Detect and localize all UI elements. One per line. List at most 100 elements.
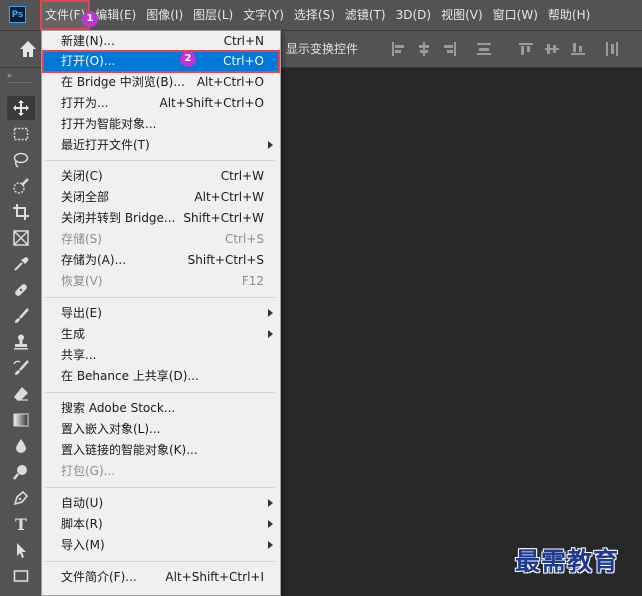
menu-place-linked[interactable]: 置入链接的智能对象(K)... xyxy=(43,440,279,461)
menu-open-as-smart-object-label: 打开为智能对象... xyxy=(61,117,157,131)
type-tool[interactable]: T xyxy=(7,512,35,536)
menu-open-shortcut: Ctrl+O xyxy=(223,54,264,68)
menu-save[interactable]: 存储(S) Ctrl+S xyxy=(43,229,279,250)
dodge-icon xyxy=(13,465,27,480)
menu-browse-in-bridge-shortcut: Alt+Ctrl+O xyxy=(196,75,264,89)
menu-place-embedded[interactable]: 置入嵌入对象(L)... xyxy=(43,419,279,440)
menu-share[interactable]: 共享... xyxy=(43,345,279,366)
menu-scripts-label: 脚本(R) xyxy=(61,517,103,531)
crop-icon xyxy=(13,204,29,220)
eyedropper-tool[interactable] xyxy=(7,252,35,276)
frame-icon xyxy=(13,230,29,246)
menu-search-adobe-stock[interactable]: 搜索 Adobe Stock... xyxy=(43,398,279,419)
marquee-icon xyxy=(13,127,29,141)
clone-stamp-tool[interactable] xyxy=(7,330,35,354)
marquee-tool[interactable] xyxy=(7,122,35,146)
align-bottom-icon[interactable] xyxy=(570,41,586,57)
menu-import-label: 导入(M) xyxy=(61,538,105,552)
pen-tool[interactable] xyxy=(7,486,35,510)
menu-view[interactable]: 视图(V) xyxy=(436,0,488,30)
rectangle-icon xyxy=(13,570,29,582)
menu-export-label: 导出(E) xyxy=(61,306,102,320)
move-icon xyxy=(13,100,29,116)
panel-grip[interactable] xyxy=(9,82,31,85)
menu-open[interactable]: 打开(O)... Ctrl+O xyxy=(42,50,280,73)
eraser-tool[interactable] xyxy=(7,382,35,406)
menu-bar-items: 文件(F) 编辑(E) 图像(I) 图层(L) 文字(Y) 选择(S) 滤镜(T… xyxy=(40,0,595,30)
menu-open-recent[interactable]: 最近打开文件(T) xyxy=(43,135,279,156)
menu-filter[interactable]: 滤镜(T) xyxy=(340,0,391,30)
dodge-tool[interactable] xyxy=(7,460,35,484)
menu-share-on-behance[interactable]: 在 Behance 上共享(D)... xyxy=(43,366,279,387)
menu-package-label: 打包(G)... xyxy=(61,464,116,478)
menu-scripts[interactable]: 脚本(R) xyxy=(43,514,279,535)
bandage-icon xyxy=(15,284,27,296)
menu-type[interactable]: 文字(Y) xyxy=(238,0,289,30)
quick-selection-icon xyxy=(13,178,29,194)
menu-search-adobe-stock-label: 搜索 Adobe Stock... xyxy=(61,401,176,415)
menu-file-info[interactable]: 文件简介(F)... Alt+Shift+Ctrl+I xyxy=(43,567,279,588)
healing-brush-tool[interactable] xyxy=(7,278,35,302)
menu-revert[interactable]: 恢复(V) F12 xyxy=(43,271,279,292)
submenu-arrow-icon xyxy=(268,499,273,507)
watermark-text: 最需教育 xyxy=(515,547,620,576)
menu-import[interactable]: 导入(M) xyxy=(43,535,279,556)
pen-icon xyxy=(13,490,29,506)
align-left-icon[interactable] xyxy=(390,41,406,57)
menu-new[interactable]: 新建(N)... Ctrl+N xyxy=(43,31,279,52)
distribute-icon[interactable] xyxy=(476,41,492,57)
menu-export[interactable]: 导出(E) xyxy=(43,303,279,324)
menu-package[interactable]: 打包(G)... xyxy=(43,461,279,482)
menu-save-as-label: 存储为(A)... xyxy=(61,253,127,267)
photoshop-logo-icon: Ps xyxy=(9,6,26,23)
menu-separator xyxy=(45,297,275,298)
menu-browse-in-bridge[interactable]: 在 Bridge 中浏览(B)... Alt+Ctrl+O xyxy=(43,72,279,93)
align-center-icon[interactable] xyxy=(416,41,432,57)
path-selection-tool[interactable] xyxy=(7,538,35,562)
menu-separator xyxy=(45,160,275,161)
menu-place-embedded-label: 置入嵌入对象(L)... xyxy=(61,422,161,436)
crop-tool[interactable] xyxy=(7,200,35,224)
menu-edit[interactable]: 编辑(E) xyxy=(90,0,141,30)
menu-automate-label: 自动(U) xyxy=(61,496,104,510)
menu-generate[interactable]: 生成 xyxy=(43,324,279,345)
menu-close-all-shortcut: Alt+Ctrl+W xyxy=(194,190,264,204)
align-middle-icon[interactable] xyxy=(544,41,560,57)
show-transform-controls-label[interactable]: 显示变换控件 xyxy=(286,31,358,67)
menu-save-as[interactable]: 存储为(A)... Shift+Ctrl+S xyxy=(43,250,279,271)
menu-new-shortcut: Ctrl+N xyxy=(223,34,264,48)
menu-help[interactable]: 帮助(H) xyxy=(543,0,595,30)
gradient-tool[interactable] xyxy=(7,408,35,432)
menu-file-info-shortcut: Alt+Shift+Ctrl+I xyxy=(165,570,264,584)
distribute-vertical-icon[interactable] xyxy=(604,41,620,57)
quick-selection-tool[interactable] xyxy=(7,174,35,198)
submenu-arrow-icon xyxy=(268,141,273,149)
menu-generate-label: 生成 xyxy=(61,327,86,341)
step-2-badge: 2 xyxy=(180,51,196,67)
menu-image[interactable]: 图像(I) xyxy=(141,0,188,30)
lasso-tool[interactable] xyxy=(7,148,35,172)
home-icon[interactable] xyxy=(18,39,38,59)
menu-close[interactable]: 关闭(C) Ctrl+W xyxy=(43,166,279,187)
history-brush-tool[interactable] xyxy=(7,356,35,380)
frame-tool[interactable] xyxy=(7,226,35,250)
menu-open-as[interactable]: 打开为... Alt+Shift+Ctrl+O xyxy=(43,93,279,114)
rectangle-tool[interactable] xyxy=(7,564,35,588)
align-top-icon[interactable] xyxy=(518,41,534,57)
align-right-icon[interactable] xyxy=(442,41,458,57)
move-tool[interactable] xyxy=(7,96,35,120)
tools-panel: » T xyxy=(0,68,42,596)
brush-tool[interactable] xyxy=(7,304,35,328)
menu-select[interactable]: 选择(S) xyxy=(289,0,340,30)
menu-close-shortcut: Ctrl+W xyxy=(220,169,264,183)
blur-tool[interactable] xyxy=(7,434,35,458)
menu-close-and-go-to-bridge[interactable]: 关闭并转到 Bridge... Shift+Ctrl+W xyxy=(43,208,279,229)
menu-close-all[interactable]: 关闭全部 Alt+Ctrl+W xyxy=(43,187,279,208)
collapse-panel-icon[interactable]: » xyxy=(7,71,12,80)
menu-window[interactable]: 窗口(W) xyxy=(488,0,543,30)
menu-layer[interactable]: 图层(L) xyxy=(188,0,238,30)
menu-automate[interactable]: 自动(U) xyxy=(43,493,279,514)
menu-open-as-smart-object[interactable]: 打开为智能对象... xyxy=(43,114,279,135)
menu-save-as-shortcut: Shift+Ctrl+S xyxy=(187,253,264,267)
menu-3d[interactable]: 3D(D) xyxy=(391,0,436,30)
